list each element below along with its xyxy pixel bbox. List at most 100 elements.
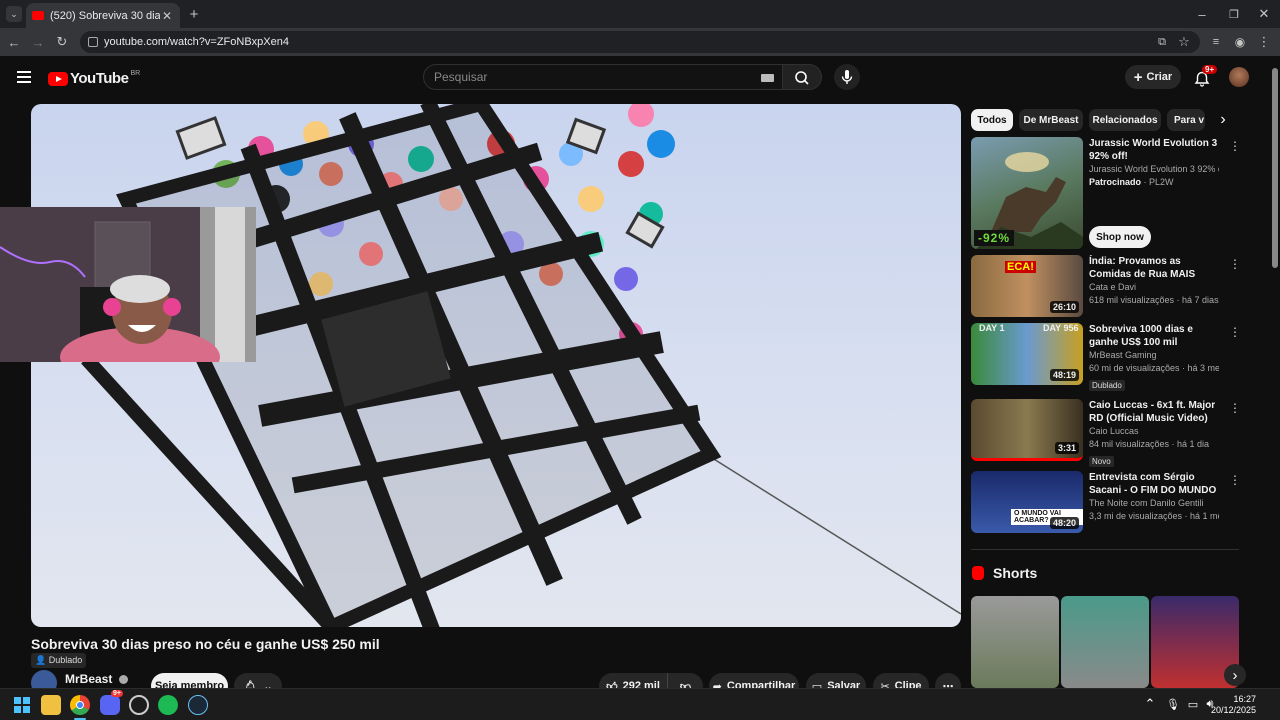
account-avatar[interactable] <box>1229 67 1249 87</box>
chip-label: Para v <box>1174 114 1205 126</box>
page-scrollbar[interactable] <box>1270 56 1280 688</box>
shorts-title: Shorts <box>993 565 1038 581</box>
chevron-right-icon[interactable]: › <box>1215 111 1231 129</box>
video-meta: 618 mil visualizações · há 7 dias <box>1089 295 1219 305</box>
close-window-icon[interactable]: ✕ <box>1256 6 1272 22</box>
dubbed-label: Dublado <box>48 655 83 665</box>
search-input[interactable]: Pesquisar <box>423 64 783 90</box>
channel-name[interactable]: MrBeast Gaming <box>1089 349 1219 362</box>
bookmark-star-icon[interactable]: ☆ <box>1176 34 1192 50</box>
steam-icon[interactable] <box>188 695 208 715</box>
scrollbar-thumb[interactable] <box>1272 68 1278 268</box>
chip-de-mrbeast[interactable]: De MrBeast <box>1019 109 1083 131</box>
video-thumbnail[interactable]: ECA! 26:10 <box>971 255 1083 317</box>
channel-name[interactable]: Cata e Davi <box>1089 281 1219 294</box>
thumbnail-caption-left: DAY 1 <box>979 323 1005 333</box>
chip-todos[interactable]: Todos <box>971 109 1013 131</box>
video-duration: 26:10 <box>1049 301 1079 313</box>
search-button[interactable] <box>782 64 822 90</box>
notifications-badge: 9+ <box>1202 65 1218 74</box>
video-info: Caio Luccas - 6x1 ft. Major RD (Official… <box>1089 399 1219 469</box>
microphone-tray-icon[interactable]: 🎙︎ <box>1166 697 1180 711</box>
more-icon[interactable]: ⋮ <box>1229 401 1241 415</box>
ad-card[interactable]: -92% Jurassic World Evolution 3 92% off!… <box>971 137 1251 249</box>
tab-list-icon[interactable]: ⌄ <box>6 6 22 22</box>
ad-thumbnail[interactable]: -92% <box>971 137 1083 249</box>
video-player[interactable] <box>31 104 961 627</box>
site-info-icon[interactable] <box>88 37 98 47</box>
reading-list-icon[interactable]: ≡ <box>1208 34 1224 50</box>
video-title[interactable]: Sobreviva 1000 dias e ganhe US$ 100 mil <box>1089 323 1219 349</box>
voice-search-button[interactable] <box>834 64 860 90</box>
forward-icon[interactable]: → <box>30 34 46 50</box>
more-icon[interactable]: ⋮ <box>1229 473 1241 487</box>
video-title[interactable]: Caio Luccas - 6x1 ft. Major RD (Official… <box>1089 399 1219 425</box>
list-item[interactable]: DAY 1 DAY 956 48:19 Sobreviva 1000 dias … <box>971 323 1251 391</box>
keyboard-icon[interactable] <box>761 74 774 82</box>
discount-badge: -92% <box>974 230 1015 246</box>
video-duration: 3:31 <box>1054 442 1079 454</box>
spotify-icon[interactable] <box>158 695 178 715</box>
create-button[interactable]: + Criar <box>1125 65 1181 89</box>
minimize-icon[interactable]: – <box>1194 6 1210 22</box>
video-duration: 48:19 <box>1049 369 1079 381</box>
clock-date: 20/12/2025 <box>1210 705 1256 715</box>
browser-tab-active[interactable]: (520) Sobreviva 30 dias preso n ✕ <box>26 3 180 28</box>
video-thumbnail[interactable]: O MUNDO VAI ACABAR? 48:20 <box>971 471 1083 533</box>
chip-para-voce[interactable]: Para v <box>1167 109 1205 131</box>
tray-chevron-up-icon[interactable]: ⌃ <box>1143 696 1157 711</box>
network-icon[interactable]: ▭ <box>1186 697 1200 711</box>
address-bar[interactable]: youtube.com/watch?v=ZFoNBxpXen4 ⧉ ☆ <box>80 31 1200 53</box>
discord-badge: 9+ <box>111 690 123 697</box>
video-thumbnail[interactable]: DAY 1 DAY 956 48:19 <box>971 323 1083 385</box>
clock-app-icon[interactable] <box>129 695 149 715</box>
channel-name[interactable]: Caio Luccas <box>1089 425 1219 438</box>
back-icon[interactable]: ← <box>6 34 22 50</box>
video-title[interactable]: Entrevista com Sérgio Sacani - O FIM DO … <box>1089 471 1219 497</box>
more-icon[interactable]: ⋮ <box>1229 257 1241 271</box>
restore-icon[interactable]: ❐ <box>1226 6 1242 22</box>
shop-now-label: Shop now <box>1096 231 1144 243</box>
divider <box>971 549 1239 550</box>
file-explorer-icon[interactable] <box>41 695 61 715</box>
youtube-header: YouTube BR Pesquisar + Criar 9+ <box>0 56 1270 100</box>
shorts-next-icon[interactable]: › <box>1224 664 1246 686</box>
video-thumbnail[interactable]: 3:31 <box>971 399 1083 461</box>
channel-name-text: MrBeast <box>65 672 113 686</box>
create-label: Criar <box>1146 71 1173 83</box>
chrome-icon[interactable] <box>70 695 90 715</box>
windows-start-icon[interactable] <box>12 695 32 715</box>
channel-name[interactable]: MrBeast <box>65 672 128 686</box>
browser-menu-icon[interactable]: ⋮ <box>1256 34 1272 50</box>
tab-close-icon[interactable]: ✕ <box>160 9 174 23</box>
system-clock[interactable]: 16:27 20/12/2025 <box>1211 694 1256 716</box>
shorts-icon <box>972 566 984 580</box>
install-app-icon[interactable]: ⧉ <box>1154 34 1170 50</box>
profile-icon[interactable]: ◉ <box>1232 34 1248 50</box>
list-item[interactable]: ECA! 26:10 Índia: Provamos as Comidas de… <box>971 255 1251 317</box>
video-title[interactable]: Índia: Provamos as Comidas de Rua MAIS N… <box>1089 255 1219 281</box>
person-icon: 👤 <box>35 655 47 665</box>
browser-toolbar: ← → ↻ youtube.com/watch?v=ZFoNBxpXen4 ⧉ … <box>0 28 1280 56</box>
country-code: BR <box>130 70 141 77</box>
chip-relacionados[interactable]: Relacionados <box>1089 109 1161 131</box>
discord-icon[interactable]: 9+ <box>100 690 123 715</box>
video-duration: 48:20 <box>1049 517 1079 529</box>
short-thumbnail[interactable] <box>971 596 1059 688</box>
new-tab-icon[interactable]: + <box>186 6 202 23</box>
search-placeholder: Pesquisar <box>434 70 488 84</box>
ad-title[interactable]: Jurassic World Evolution 3 92% off! <box>1089 137 1219 163</box>
list-item[interactable]: O MUNDO VAI ACABAR? 48:20 Entrevista com… <box>971 471 1251 533</box>
webcam-overlay <box>0 207 256 362</box>
reload-icon[interactable]: ↻ <box>54 34 70 50</box>
more-icon[interactable]: ⋮ <box>1229 325 1241 339</box>
youtube-logo[interactable]: YouTube BR <box>48 70 140 87</box>
url-text: youtube.com/watch?v=ZFoNBxpXen4 <box>104 36 289 48</box>
list-item[interactable]: 3:31 Caio Luccas - 6x1 ft. Major RD (Off… <box>971 399 1251 467</box>
hamburger-menu-icon[interactable] <box>17 71 31 83</box>
ad-more-icon[interactable]: ⋮ <box>1229 139 1241 153</box>
short-thumbnail[interactable] <box>1061 596 1149 688</box>
shop-now-button[interactable]: Shop now <box>1089 226 1151 248</box>
channel-name[interactable]: The Noite com Danilo Gentili <box>1089 497 1219 510</box>
notifications-button[interactable]: 9+ <box>1192 65 1218 88</box>
